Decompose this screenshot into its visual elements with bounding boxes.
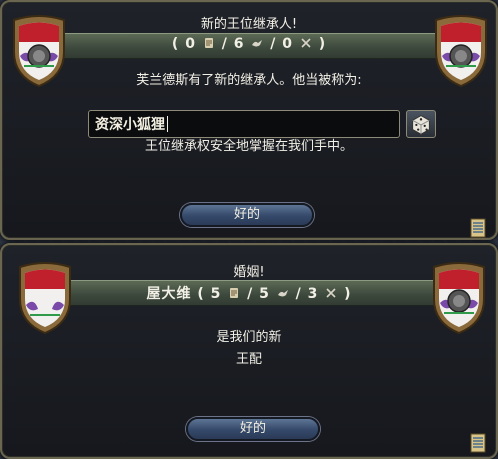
scroll-icon (230, 288, 239, 298)
new-heir-dialog: 新的王位继承人! ( 0 / 6 / 0 ) 芙兰德斯有了新的继承人。他当被称为… (0, 0, 498, 240)
stats-open-paren: ( (171, 36, 180, 52)
stats-sep: / (270, 36, 277, 52)
consort-name: 屋大维 (146, 286, 192, 302)
dice-icon (412, 115, 430, 135)
marriage-body-line2: 王配 (235, 352, 262, 367)
consort-diplo-value: 5 (259, 286, 270, 302)
heir-ok-button[interactable]: 好的 (180, 203, 314, 227)
heir-military-value: 0 (282, 36, 293, 52)
marriage-body-line1: 是我们的新 (216, 330, 282, 345)
dove-icon (277, 290, 288, 297)
dove-icon (252, 40, 263, 47)
scroll-icon (204, 38, 213, 48)
consort-admin-value: 5 (210, 286, 222, 302)
heir-diplo-value: 6 (233, 36, 245, 52)
heir-message: 芙兰德斯有了新的继承人。他当被称为: (136, 73, 362, 88)
crossed-swords-icon (326, 288, 336, 298)
marriage-ok-button[interactable]: 好的 (186, 417, 320, 441)
text-caret (167, 116, 168, 132)
stats-sep: / (221, 36, 228, 52)
stats-open-paren: ( (197, 286, 205, 302)
crossed-swords-icon (301, 38, 311, 48)
stats-close-paren: ) (344, 286, 352, 302)
ledger-icon[interactable] (470, 433, 486, 453)
random-name-dice-button[interactable] (406, 110, 436, 138)
heir-dialog-title: 新的王位继承人! (200, 17, 298, 32)
heir-admin-value: 0 (185, 36, 196, 52)
heir-name-input[interactable]: 资深小狐狸 (88, 110, 400, 138)
heir-name-value: 资深小狐狸 (95, 117, 165, 133)
stats-sep: / (295, 286, 302, 302)
marriage-dialog-title: 婚姻! (233, 265, 265, 280)
heir-footer-text: 王位继承权安全地掌握在我们手中。 (144, 139, 353, 154)
heir-stats: ( 0 / 6 / 0 ) (2, 36, 496, 52)
consort-military-value: 3 (307, 286, 319, 302)
stats-sep: / (247, 286, 254, 302)
stats-close-paren: ) (318, 36, 327, 52)
marriage-dialog: 婚姻! 屋大维 ( 5 / 5 / 3 ) 是我们的新 王配 好的 (0, 243, 498, 459)
ledger-icon[interactable] (470, 218, 486, 238)
consort-stats: 屋大维 ( 5 / 5 / 3 ) (2, 283, 496, 303)
